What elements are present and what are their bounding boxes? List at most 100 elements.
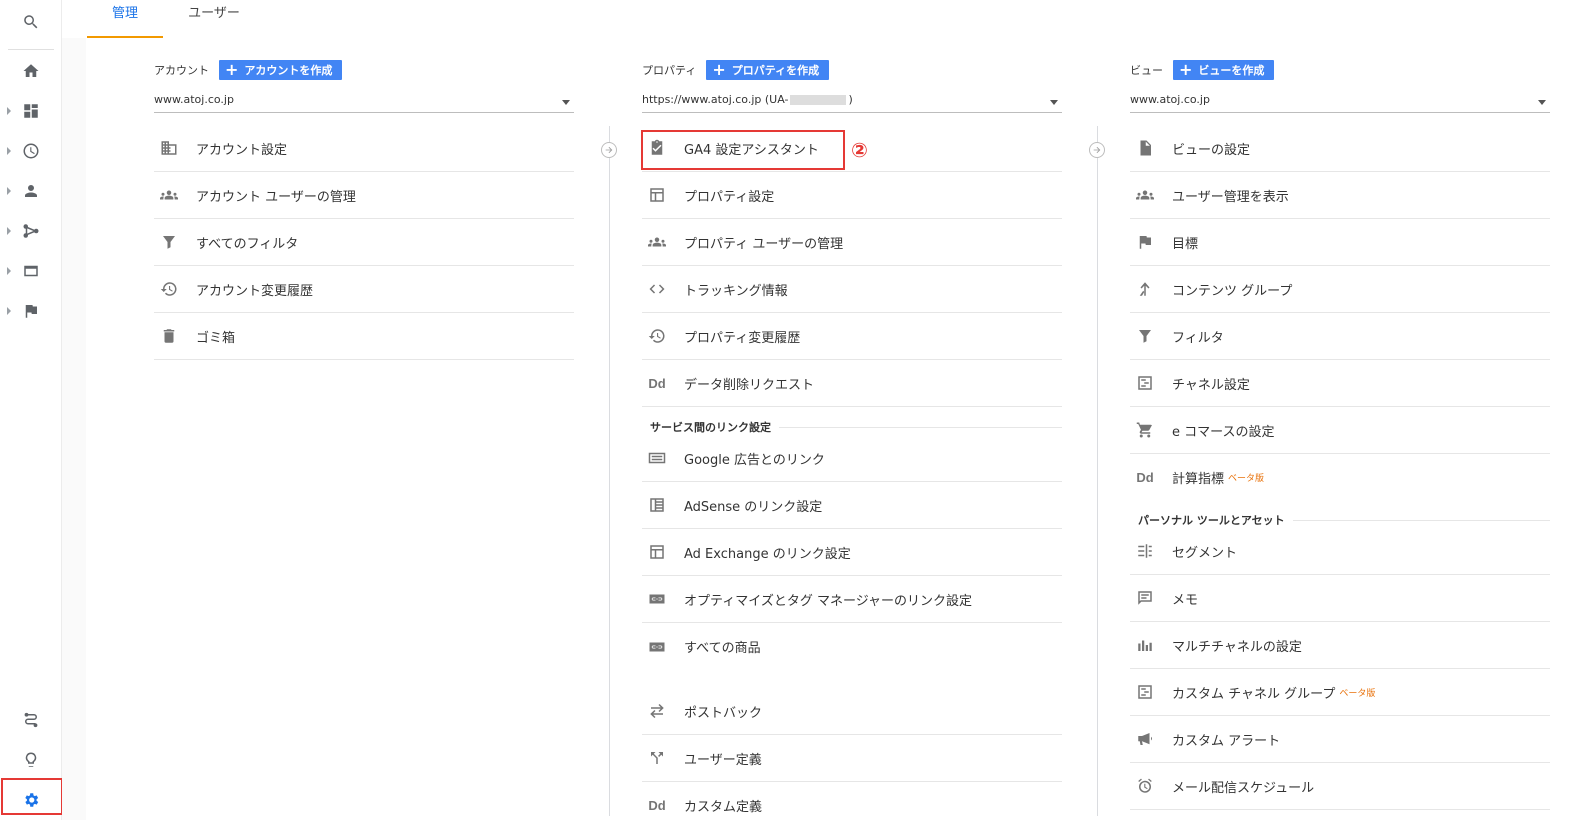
cart-icon (1130, 420, 1160, 440)
all-products-item[interactable]: すべての商品 (642, 623, 1062, 670)
account-selector[interactable]: www.atoj.co.jp (154, 93, 574, 113)
column-separator (609, 126, 610, 816)
home-button[interactable] (0, 51, 62, 91)
annotation-box-1 (1, 778, 63, 815)
data-deletion-item[interactable]: Dd データ削除リクエスト (642, 360, 1062, 407)
rail-divider (8, 49, 54, 50)
bars-icon (1130, 635, 1160, 655)
people-icon (154, 185, 184, 205)
account-settings-item[interactable]: アカウント設定 (154, 125, 574, 172)
multichannel-settings-item[interactable]: マルチチャネルの設定 (1130, 622, 1550, 669)
dashboard-icon (24, 104, 38, 118)
expand-caret-icon (7, 307, 11, 315)
behavior-button[interactable] (0, 251, 62, 291)
building-icon (154, 138, 184, 158)
segment-icon (1130, 541, 1160, 561)
notes-item[interactable]: メモ (1130, 575, 1550, 622)
calculated-metrics-item[interactable]: Dd 計算指標 ベータ版 (1130, 454, 1550, 501)
route-icon (24, 712, 38, 728)
people-icon (1130, 185, 1160, 205)
admin-main: アカウント + アカウントを作成 www.atoj.co.jp アカウント設定 ア… (86, 38, 1568, 820)
trash-item[interactable]: ゴミ箱 (154, 313, 574, 360)
main-gutter (62, 38, 86, 820)
personal-tools-heading: パーソナル ツールとアセット (1138, 510, 1550, 530)
audience-button[interactable] (0, 171, 62, 211)
ecommerce-settings-item[interactable]: e コマースの設定 (1130, 407, 1550, 454)
expand-caret-icon (7, 107, 11, 115)
property-users-item[interactable]: プロパティ ユーザーの管理 (642, 219, 1062, 266)
all-filters-item[interactable]: すべてのフィルタ (154, 219, 574, 266)
adsense-icon (642, 495, 672, 515)
account-selected: www.atoj.co.jp (154, 93, 234, 106)
customization-button[interactable] (0, 91, 62, 131)
create-account-button[interactable]: + アカウントを作成 (219, 60, 343, 80)
custom-channel-grouping-item[interactable]: カスタム チャネル グループ ベータ版 (1130, 669, 1550, 716)
expand-caret-icon (7, 147, 11, 155)
analytics-admin-app: ① 管理 ユーザー アカウント +アカウントを作成 www.atoj.co.jp… (0, 0, 1574, 820)
goals-item[interactable]: 目標 (1130, 219, 1550, 266)
link-icon (642, 589, 672, 609)
channel-icon (1130, 682, 1160, 702)
tab-admin[interactable]: 管理 (87, 0, 163, 38)
dropdown-arrow-icon (1538, 100, 1546, 105)
view-selected: www.atoj.co.jp (1130, 93, 1210, 106)
optimize-gtm-link-item[interactable]: オプティマイズとタグ マネージャーのリンク設定 (642, 576, 1062, 623)
channel-settings-item[interactable]: チャネル設定 (1130, 360, 1550, 407)
section-divider (779, 426, 1062, 428)
expand-caret-icon (7, 227, 11, 235)
account-history-item[interactable]: アカウント変更履歴 (154, 266, 574, 313)
person-icon (25, 185, 37, 197)
property-selector[interactable]: https://www.atoj.co.jp (UA-) (642, 93, 1062, 113)
discover-button[interactable] (0, 740, 62, 780)
arrow-right-icon (1093, 146, 1101, 154)
filter-icon (1130, 326, 1160, 346)
lightbulb-icon (25, 752, 37, 767)
segments-item[interactable]: セグメント (1130, 528, 1550, 575)
account-header: アカウント + アカウントを作成 (154, 60, 343, 80)
realtime-button[interactable] (0, 131, 62, 171)
conversions-button[interactable] (0, 291, 62, 331)
postback-item[interactable]: ポストバック (642, 688, 1062, 735)
view-header: ビュー + ビューを作成 (1130, 60, 1275, 80)
layout-icon (642, 185, 672, 205)
comment-icon (1130, 588, 1160, 608)
email-schedule-item[interactable]: メール配信スケジュール (1130, 763, 1550, 810)
dropdown-arrow-icon (562, 100, 570, 105)
fork-icon (642, 748, 672, 768)
custom-definition-item[interactable]: Dd カスタム定義 (642, 782, 1062, 820)
custom-alerts-item[interactable]: カスタム アラート (1130, 716, 1550, 763)
layout-icon (642, 542, 672, 562)
filter-icon (154, 232, 184, 252)
ads-icon (642, 448, 672, 468)
behavior-icon (24, 265, 38, 277)
history-icon (642, 326, 672, 346)
search-button[interactable] (0, 2, 62, 42)
property-settings-item[interactable]: プロパティ設定 (642, 172, 1062, 219)
ad-exchange-link-item[interactable]: Ad Exchange のリンク設定 (642, 529, 1062, 576)
account-users-item[interactable]: アカウント ユーザーの管理 (154, 172, 574, 219)
create-property-button[interactable]: + プロパティを作成 (706, 60, 830, 80)
user-definition-item[interactable]: ユーザー定義 (642, 735, 1062, 782)
home-icon (23, 64, 39, 77)
dd-icon: Dd (1136, 470, 1154, 485)
expand-caret-icon (7, 267, 11, 275)
plus-icon: + (1179, 60, 1193, 79)
view-users-item[interactable]: ユーザー管理を表示 (1130, 172, 1550, 219)
column-arrow (601, 142, 617, 158)
tab-user[interactable]: ユーザー (174, 0, 254, 38)
view-selector[interactable]: www.atoj.co.jp (1130, 93, 1550, 113)
view-filters-item[interactable]: フィルタ (1130, 313, 1550, 360)
property-history-item[interactable]: プロパティ変更履歴 (642, 313, 1062, 360)
tracking-info-item[interactable]: トラッキング情報 (642, 266, 1062, 313)
google-ads-link-item[interactable]: Google 広告とのリンク (642, 435, 1062, 482)
beta-badge: ベータ版 (1339, 688, 1376, 699)
adsense-link-item[interactable]: AdSense のリンク設定 (642, 482, 1062, 529)
view-settings-item[interactable]: ビューの設定 (1130, 125, 1550, 172)
content-grouping-item[interactable]: コンテンツ グループ (1130, 266, 1550, 313)
create-view-button[interactable]: + ビューを作成 (1173, 60, 1275, 80)
attribution-button[interactable] (0, 700, 62, 740)
property-title: プロパティ (642, 64, 697, 77)
dd-icon: Dd (648, 798, 666, 813)
acquisition-button[interactable] (0, 211, 62, 251)
section-divider (1292, 519, 1550, 521)
